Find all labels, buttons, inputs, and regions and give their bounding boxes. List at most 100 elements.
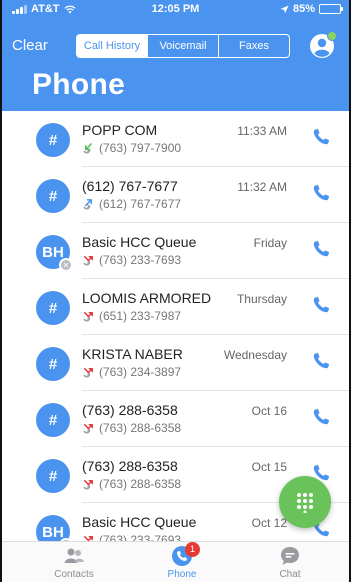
phone-icon [313, 241, 329, 257]
call-time: 11:33 AM [237, 124, 287, 138]
caller-number: (763) 233-7693 [99, 253, 182, 267]
unavailable-badge-icon: ✕ [59, 258, 73, 272]
call-back-button[interactable] [311, 127, 331, 147]
bottom-tab-bar: Contacts 1 Phone Chat [2, 541, 349, 582]
call-detail: (612) 767-7677 [82, 197, 181, 211]
call-time: Wednesday [223, 348, 287, 362]
presence-online-dot [327, 31, 337, 41]
avatar-initials: BH [42, 523, 64, 541]
call-time: Friday [253, 236, 287, 250]
call-detail: (763) 234-3897 [82, 365, 181, 379]
tab-phone[interactable]: 1 Phone [142, 542, 222, 580]
caller-number: (763) 234-3897 [99, 365, 182, 379]
call-time: 11:32 AM [237, 180, 287, 194]
caller-name: (763) 288-6358 [82, 458, 178, 474]
call-row[interactable]: # (612) 767-7677 (612) 767-7677 11:32 AM [2, 167, 349, 223]
tab-label-chat: Chat [279, 569, 301, 580]
history-segmented-control: Call History Voicemail Faxes [76, 34, 290, 58]
clear-button[interactable]: Clear [12, 37, 48, 54]
call-missed-icon [83, 311, 93, 321]
call-row[interactable]: # (763) 288-6358 (763) 288-6358 Oct 16 [2, 391, 349, 447]
call-detail: (763) 288-6358 [82, 421, 181, 435]
app-header: AT&T 12:05 PM 85% Clear Call History Voi… [2, 0, 349, 111]
battery-percent: 85% [292, 3, 315, 15]
avatar-initials: # [48, 467, 58, 485]
phone-icon [313, 129, 329, 145]
chat-icon [281, 547, 299, 565]
phone-icon [313, 353, 329, 369]
phone-icon [313, 297, 329, 313]
caller-number: (763) 288-6358 [99, 477, 182, 491]
call-missed-icon [83, 479, 93, 489]
call-time: Oct 12 [251, 516, 287, 530]
call-detail: (651) 233-7987 [82, 309, 181, 323]
contact-avatar: # [36, 179, 70, 213]
caller-name: LOOMIS ARMORED [82, 290, 212, 306]
caller-number: (612) 767-7677 [99, 197, 182, 211]
call-outgoing-icon [83, 198, 93, 209]
avatar-initials: # [48, 187, 58, 205]
top-nav: Clear Call History Voicemail Faxes [2, 30, 349, 62]
call-back-button[interactable] [311, 351, 331, 371]
avatar-initials: # [48, 355, 58, 373]
tab-chat[interactable]: Chat [250, 545, 330, 580]
contact-avatar: # [36, 291, 70, 325]
contacts-icon [64, 548, 84, 563]
call-back-button[interactable] [311, 295, 331, 315]
location-arrow-icon [280, 4, 289, 14]
call-back-button[interactable] [311, 407, 331, 427]
call-missed-icon [84, 535, 93, 541]
contact-avatar: BH ✕ [36, 235, 73, 272]
caller-name: Basic HCC Queue [82, 234, 197, 250]
contact-avatar: # [36, 347, 70, 381]
call-row[interactable]: # LOOMIS ARMORED (651) 233-7987 Thursday [2, 279, 349, 335]
call-missed-icon [83, 423, 93, 433]
call-detail: (763) 233-7693 [82, 253, 181, 267]
tab-contacts[interactable]: Contacts [34, 545, 114, 580]
phone-icon [313, 409, 329, 425]
page-title: Phone [32, 68, 126, 101]
call-missed-icon [83, 255, 93, 265]
avatar-initials: # [48, 299, 58, 317]
app-frame: AT&T 12:05 PM 85% Clear Call History Voi… [0, 0, 351, 582]
dialpad-icon [297, 493, 313, 513]
avatar-initials: BH [42, 243, 64, 261]
segment-voicemail[interactable]: Voicemail [148, 35, 219, 57]
caller-number: (763) 288-6358 [99, 421, 182, 435]
segment-faxes[interactable]: Faxes [219, 35, 289, 57]
call-missed-icon [83, 367, 93, 377]
call-row[interactable]: # POPP COM (763) 797-7900 11:33 AM [2, 111, 349, 167]
call-detail: (763) 797-7900 [82, 141, 181, 155]
caller-name: KRISTA NABER [82, 346, 183, 362]
caller-name: (612) 767-7677 [82, 178, 178, 194]
call-incoming-icon [83, 142, 93, 153]
caller-name: POPP COM [82, 122, 158, 138]
call-back-button[interactable] [311, 239, 331, 259]
caller-number: (651) 233-7987 [99, 309, 182, 323]
phone-tab-icon-wrap: 1 [171, 542, 200, 567]
avatar-initials: # [48, 411, 58, 429]
profile-button[interactable] [309, 31, 337, 59]
battery-icon [319, 4, 343, 14]
dialpad-button[interactable] [279, 476, 331, 528]
contact-avatar: # [36, 403, 70, 437]
call-detail: (763) 288-6358 [82, 477, 181, 491]
caller-name: (763) 288-6358 [82, 402, 178, 418]
status-bar: AT&T 12:05 PM 85% [2, 0, 349, 20]
avatar-initials: # [48, 131, 58, 149]
tab-label-contacts: Contacts [54, 569, 94, 580]
call-row[interactable]: # KRISTA NABER (763) 234-3897 Wednesday [2, 335, 349, 391]
call-back-button[interactable] [311, 183, 331, 203]
call-time: Oct 15 [251, 460, 287, 474]
contact-avatar: BH ✕ [36, 515, 73, 541]
tab-label-phone: Phone [167, 569, 197, 580]
contact-avatar: # [36, 459, 70, 493]
call-row[interactable]: BH ✕ Basic HCC Queue (763) 233-7693 Frid… [2, 223, 349, 279]
caller-number: (763) 233-7693 [99, 533, 182, 541]
missed-calls-badge: 1 [185, 542, 200, 557]
call-time: Thursday [236, 292, 287, 306]
call-time: Oct 16 [251, 404, 287, 418]
phone-icon [313, 185, 329, 201]
segment-call-history[interactable]: Call History [77, 35, 148, 57]
caller-name: Basic HCC Queue [82, 514, 197, 530]
